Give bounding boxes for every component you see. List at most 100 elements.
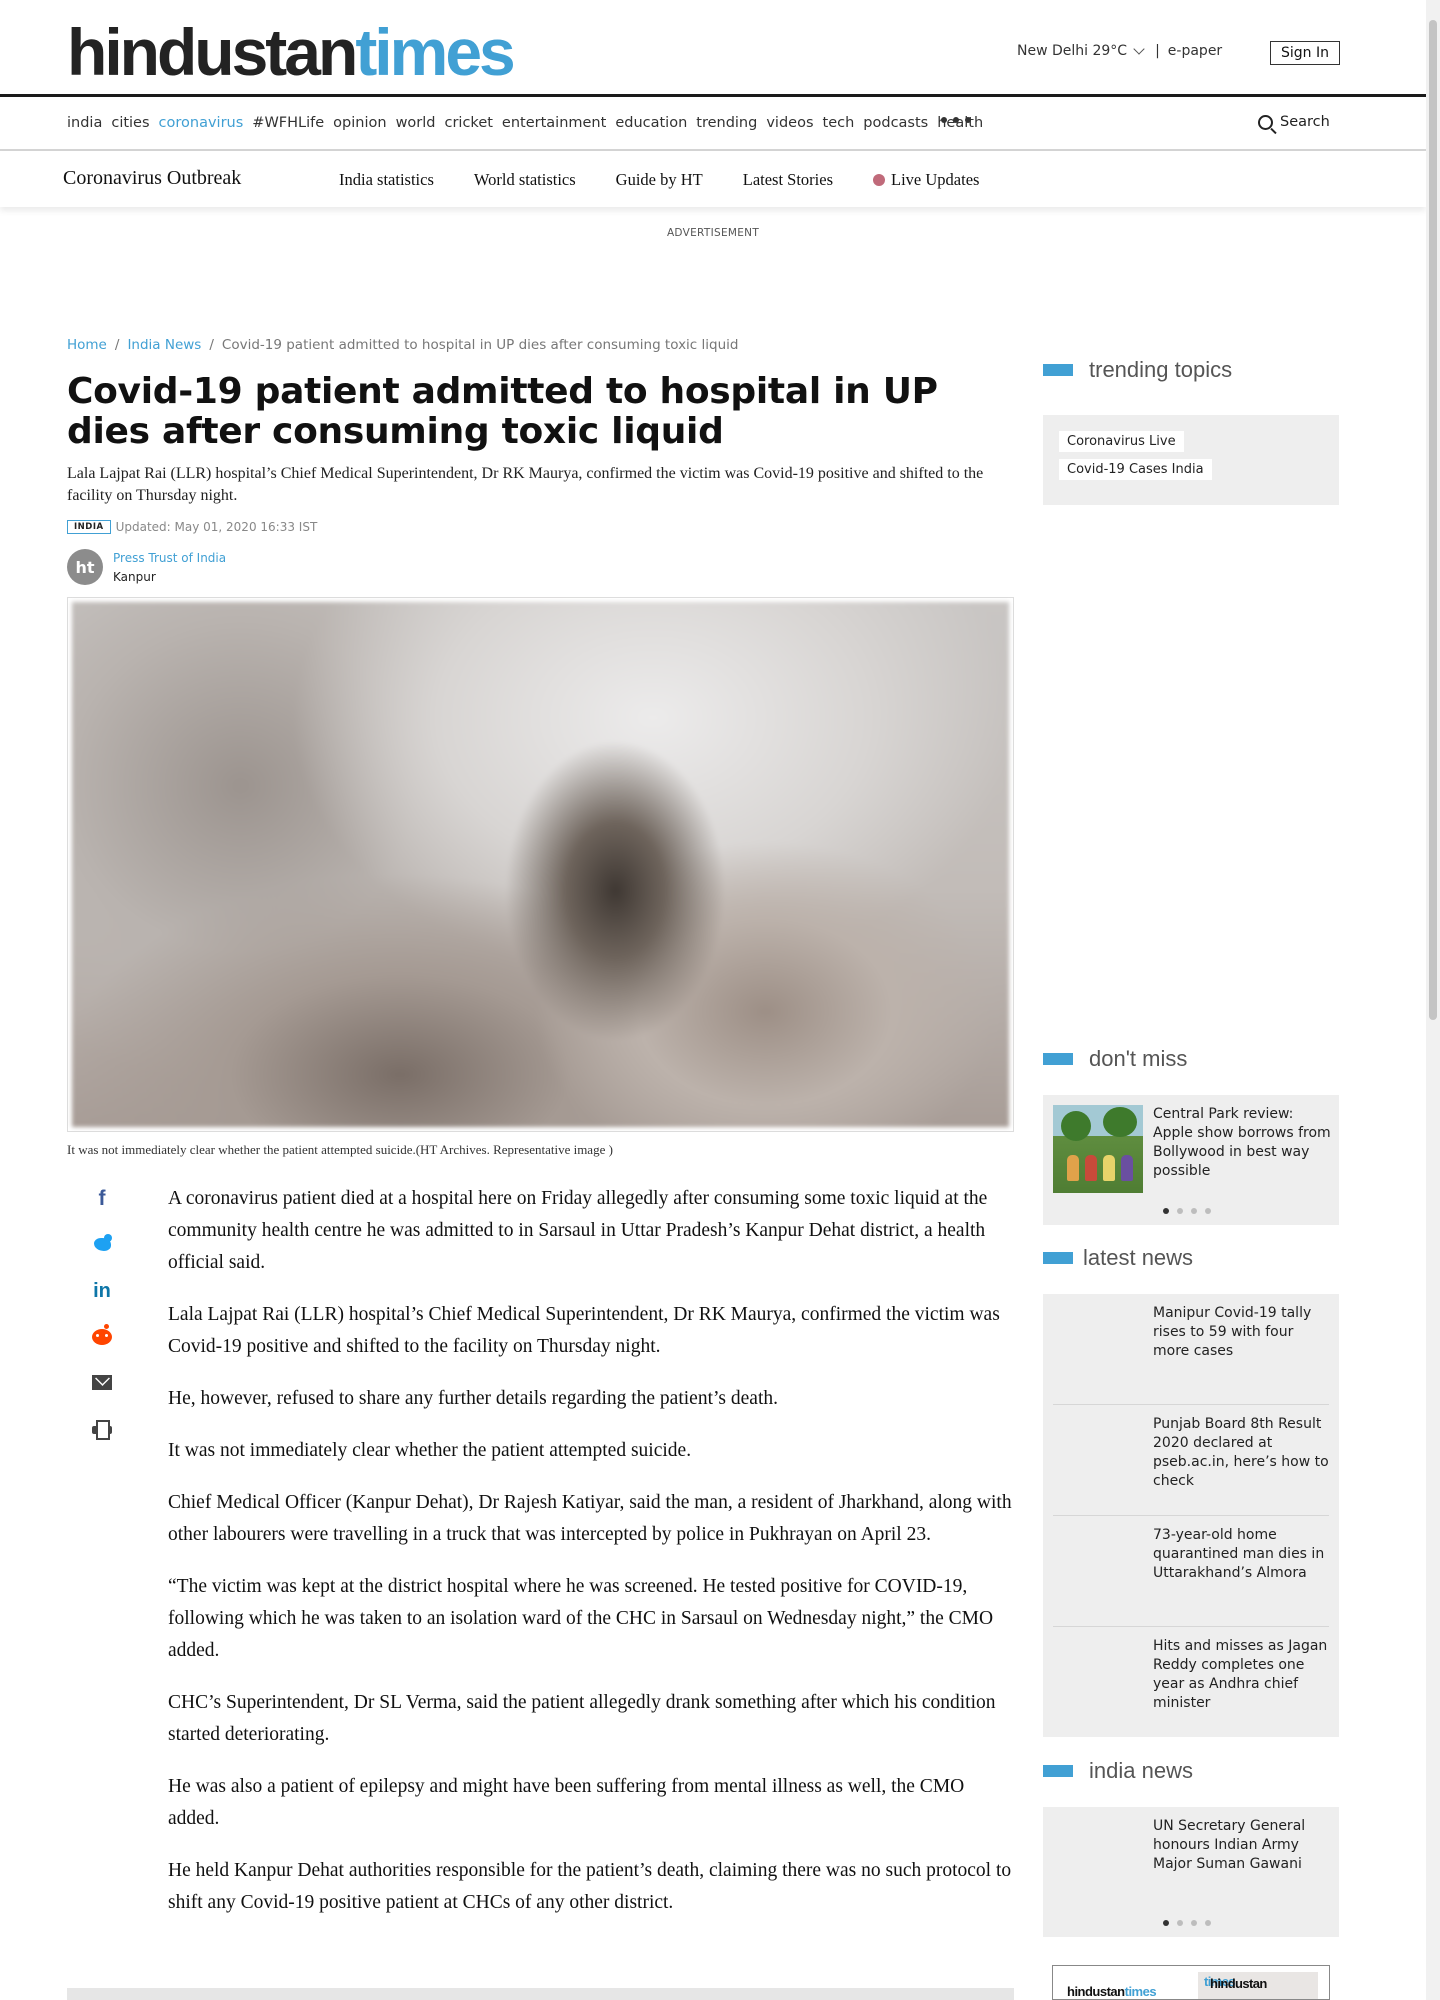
updated-timestamp: Updated: May 01, 2020 16:33 IST [115, 520, 318, 534]
news-title: 73-year-old home quarantined man dies in… [1153, 1527, 1325, 1581]
trending-topics-title: trending topics [1089, 357, 1233, 382]
india-news-heading: india news [1043, 1758, 1193, 1784]
print-icon [92, 1420, 112, 1440]
scrollbar-thumb[interactable] [1429, 20, 1437, 1020]
trending-topics-box: Coronavirus Live Covid-19 Cases India [1043, 415, 1339, 505]
carousel-dot[interactable] [1177, 1208, 1183, 1214]
india-news-carousel: UN Secretary General honours Indian Army… [1043, 1807, 1339, 1937]
search-label: Search [1280, 114, 1330, 130]
subnav-latest-stories[interactable]: Latest Stories [743, 170, 833, 190]
subnav-guide-by-ht[interactable]: Guide by HT [616, 170, 703, 190]
news-thumbnail [1053, 1627, 1143, 1715]
section-tag[interactable]: INDIA [67, 520, 111, 534]
article-body: A coronavirus patient died at a hospital… [168, 1183, 1018, 1939]
weather-widget[interactable]: New Delhi 29°C | e-paper [1017, 42, 1222, 59]
breadcrumb-section[interactable]: India News [127, 337, 201, 353]
subnav-live-updates[interactable]: Live Updates [873, 170, 979, 190]
trending-topics-heading: trending topics [1043, 357, 1232, 383]
list-item[interactable]: UN Secretary General honours Indian Army… [1053, 1807, 1329, 1918]
advertisement-label: ADVERTISEMENT [666, 227, 760, 239]
trending-topic-covid-cases-india[interactable]: Covid-19 Cases India [1059, 459, 1212, 480]
author-name[interactable]: Press Trust of India [113, 551, 226, 565]
reddit-icon [92, 1324, 112, 1345]
article-paragraph: Chief Medical Officer (Kanpur Dehat), Dr… [168, 1492, 1012, 1545]
subnav-india-statistics[interactable]: India statistics [339, 170, 434, 190]
image-caption: It was not immediately clear whether the… [67, 1142, 613, 1157]
carousel-dot[interactable] [1163, 1920, 1169, 1926]
nav-item-videos[interactable]: videos [766, 115, 813, 131]
live-updates-label: Live Updates [891, 170, 980, 189]
nav-item-cricket[interactable]: cricket [445, 115, 493, 131]
nav-item-tech[interactable]: tech [823, 115, 855, 131]
linkedin-share-button[interactable]: in [90, 1280, 114, 1326]
nav-item-trending[interactable]: trending [696, 115, 757, 131]
facebook-share-button[interactable]: f [90, 1188, 114, 1234]
dont-miss-story-title[interactable]: Central Park review: Apple show borrows … [1153, 1105, 1331, 1181]
facebook-icon: f [98, 1187, 106, 1210]
twitter-share-button[interactable] [90, 1234, 114, 1280]
epaper-link[interactable]: e-paper [1168, 43, 1222, 59]
article-paragraph: “The victim was kept at the district hos… [168, 1576, 994, 1661]
carousel-dot[interactable] [1191, 1208, 1197, 1214]
carousel-dot[interactable] [1205, 1920, 1211, 1926]
nav-item-cities[interactable]: cities [111, 115, 149, 131]
logo-part-1: hindustan [67, 15, 358, 89]
search-button[interactable]: Search [1258, 114, 1330, 130]
article-paragraph: Lala Lajpat Rai (LLR) hospital’s Chief M… [168, 1304, 1000, 1357]
article-paragraph: He was also a patient of epilepsy and mi… [168, 1776, 965, 1829]
article-paragraph: A coronavirus patient died at a hospital… [168, 1188, 988, 1273]
heading-accent-bar [1043, 364, 1073, 376]
section-subnav: Coronavirus Outbreak India statistics Wo… [0, 151, 1426, 207]
author-block: ht Press Trust of India Kanpur [67, 549, 226, 587]
latest-news-list: Manipur Covid-19 tally rises to 59 with … [1043, 1294, 1339, 1737]
article-paragraph: It was not immediately clear whether the… [168, 1440, 692, 1461]
article-image [67, 597, 1014, 1132]
live-dot-icon [873, 174, 886, 186]
carousel-dot[interactable] [1191, 1920, 1197, 1926]
nav-item-coronavirus[interactable]: coronavirus [159, 115, 244, 131]
section-brand[interactable]: Coronavirus Outbreak [63, 167, 241, 190]
nav-item-podcasts[interactable]: podcasts [863, 115, 928, 131]
trending-topic-coronavirus-live[interactable]: Coronavirus Live [1059, 431, 1184, 452]
nav-item-opinion[interactable]: opinion [333, 115, 386, 131]
list-item[interactable]: Punjab Board 8th Result 2020 declared at… [1053, 1405, 1329, 1516]
nav-item-india[interactable]: india [67, 115, 102, 131]
list-item[interactable]: Manipur Covid-19 tally rises to 59 with … [1053, 1294, 1329, 1405]
news-title: Punjab Board 8th Result 2020 declared at… [1153, 1416, 1329, 1489]
site-logo[interactable]: hindustantimes [67, 12, 516, 92]
list-item[interactable]: 73-year-old home quarantined man dies in… [1053, 1516, 1329, 1627]
share-bar: f in [90, 1188, 114, 1464]
nav-item-wfhlife[interactable]: #WFHLife [252, 115, 324, 131]
news-thumbnail [1053, 1807, 1143, 1895]
weather-text: New Delhi 29°C [1017, 43, 1128, 59]
article-headline: Covid-19 patient admitted to hospital in… [67, 371, 938, 452]
sign-in-button[interactable]: Sign In [1270, 41, 1340, 65]
latest-news-title: latest news [1083, 1245, 1194, 1270]
print-button[interactable] [90, 1418, 114, 1464]
carousel-dot[interactable] [1205, 1208, 1211, 1214]
nav-item-education[interactable]: education [615, 115, 687, 131]
search-icon [1258, 114, 1273, 130]
dont-miss-thumbnail[interactable] [1053, 1105, 1143, 1193]
list-item[interactable]: Hits and misses as Jagan Reddy completes… [1053, 1627, 1329, 1738]
chevron-down-icon[interactable] [1133, 42, 1145, 55]
dont-miss-title: don't miss [1089, 1046, 1188, 1071]
page-scrollbar[interactable] [1426, 0, 1440, 2000]
breadcrumb-home[interactable]: Home [67, 337, 107, 353]
subnav-world-statistics[interactable]: World statistics [474, 170, 576, 190]
news-thumbnail [1053, 1516, 1143, 1604]
news-title: Hits and misses as Jagan Reddy completes… [1153, 1638, 1328, 1711]
nav-item-entertainment[interactable]: entertainment [502, 115, 606, 131]
article-paragraph: CHC’s Superintendent, Dr SL Verma, said … [168, 1692, 996, 1745]
epaper-promo[interactable]: hindustantimes hindustan times [1052, 1965, 1330, 2000]
nav-item-world[interactable]: world [396, 115, 436, 131]
carousel-dot[interactable] [1163, 1208, 1169, 1214]
email-icon [92, 1375, 112, 1390]
reddit-share-button[interactable] [90, 1324, 114, 1372]
breadcrumb: Home / India News / Covid-19 patient adm… [67, 337, 738, 353]
email-share-button[interactable] [90, 1372, 114, 1418]
more-menu-icon[interactable] [941, 117, 971, 123]
divider: | [1155, 43, 1160, 59]
below-article-bar [67, 1988, 1014, 2000]
carousel-dot[interactable] [1177, 1920, 1183, 1926]
